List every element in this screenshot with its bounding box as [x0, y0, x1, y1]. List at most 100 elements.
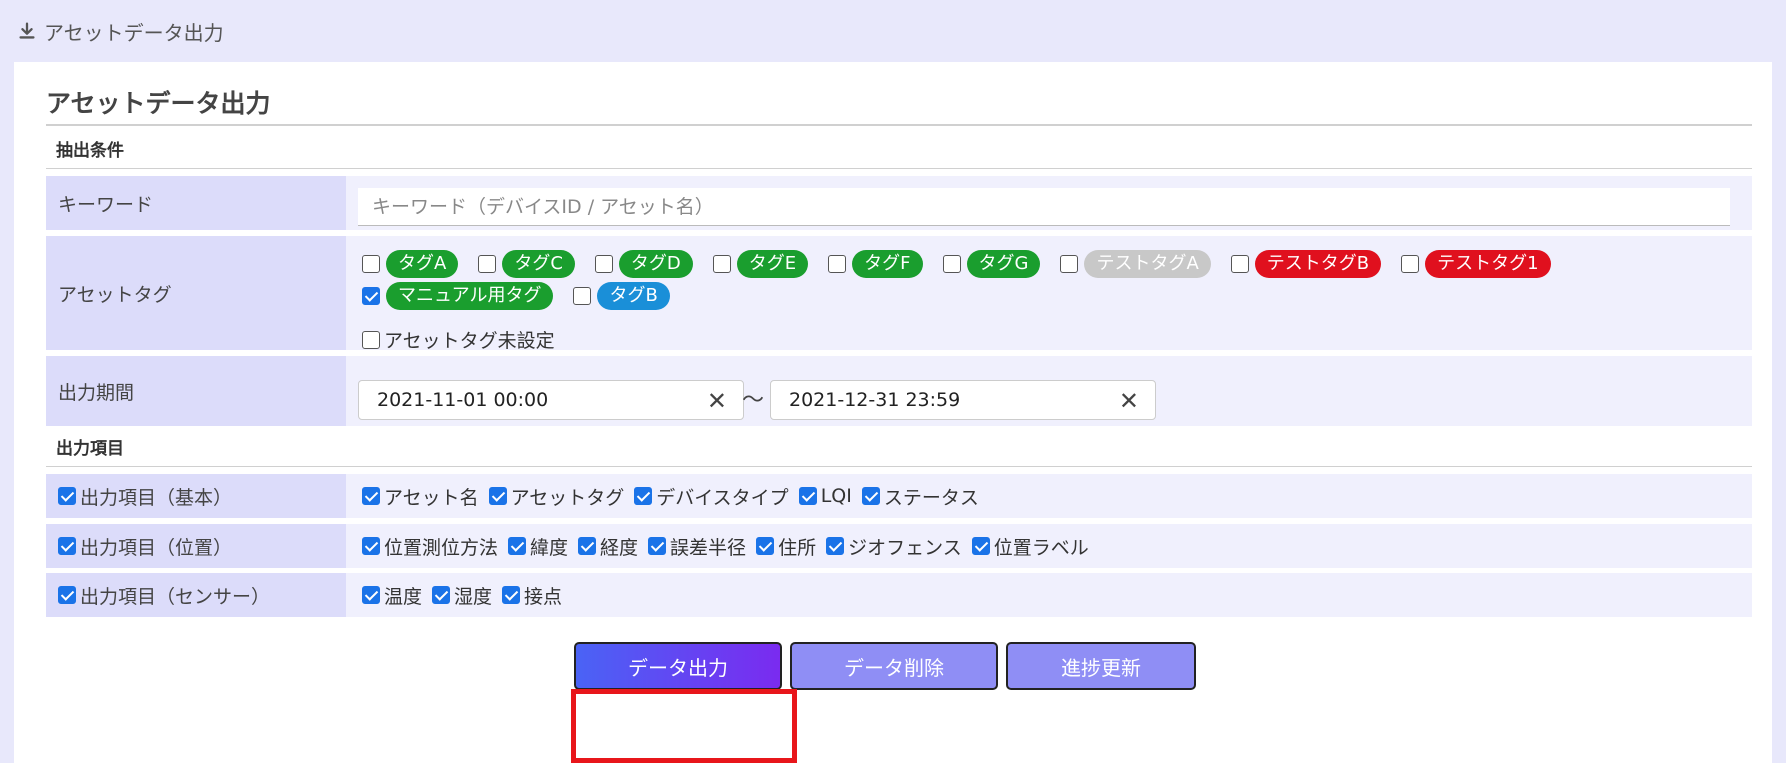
field-checkbox[interactable] [502, 586, 521, 604]
tag-checkbox[interactable] [362, 287, 380, 305]
field-label: 湿度 [454, 585, 493, 608]
field-option[interactable]: 位置測位方法 [362, 533, 498, 560]
output-group-label[interactable]: 出力項目（位置） [46, 524, 346, 568]
field-checkbox[interactable] [362, 586, 380, 604]
field-option[interactable]: 経度 [578, 533, 638, 560]
field-checkbox[interactable] [488, 487, 507, 505]
output-group-label-text: 出力項目（センサー） [80, 585, 271, 608]
field-option[interactable]: 位置ラベル [971, 533, 1089, 560]
output-group-label[interactable]: 出力項目（センサー） [46, 573, 346, 617]
tag-option[interactable]: テストタグA [1060, 250, 1211, 278]
divider [46, 124, 1752, 126]
field-list: アセット名 アセットタグ デバイスタイプ LQI ステータス [362, 474, 989, 518]
field-option[interactable]: デバイスタイプ [634, 483, 789, 510]
tag-checkbox[interactable] [942, 255, 961, 273]
tag-pill: タグA [386, 250, 459, 278]
field-option[interactable]: 住所 [756, 533, 816, 560]
field-label: ステータス [883, 486, 979, 509]
field-option[interactable]: アセットタグ [488, 483, 624, 510]
field-label: デバイスタイプ [656, 486, 789, 509]
tag-checkbox[interactable] [478, 255, 497, 273]
breadcrumb-label: アセットデータ出力 [44, 20, 224, 45]
field-checkbox[interactable] [634, 487, 653, 505]
tag-pill: マニュアル用タグ [386, 282, 554, 310]
tag-option[interactable]: タグA [362, 250, 459, 278]
tag-pill: テストタグB [1254, 250, 1382, 278]
progress-refresh-button[interactable]: 進捗更新 [1006, 642, 1196, 690]
field-checkbox[interactable] [756, 537, 775, 555]
period-end-input[interactable]: 2021-12-31 23:59 ✕ [770, 380, 1156, 420]
tag-pill: タグF [852, 250, 923, 278]
data-export-button[interactable]: データ出力 [574, 642, 782, 690]
tag-option[interactable]: テストタグ1 [1401, 250, 1551, 278]
tag-checkbox[interactable] [712, 255, 731, 273]
field-label: 誤差半径 [670, 536, 747, 559]
tag-option[interactable]: タグC [478, 250, 575, 278]
keyword-row: キーワード [46, 176, 1752, 230]
tag-option[interactable]: タグD [594, 250, 693, 278]
field-option[interactable]: LQI [798, 485, 852, 507]
untagged-checkbox[interactable] [362, 330, 380, 349]
field-option[interactable]: 緯度 [508, 533, 568, 560]
period-separator: ～ [742, 388, 765, 413]
field-option[interactable]: 湿度 [432, 582, 492, 609]
tag-checkbox[interactable] [594, 255, 613, 273]
field-label: 位置測位方法 [384, 536, 499, 559]
field-option[interactable]: ステータス [861, 483, 979, 510]
period-end-value: 2021-12-31 23:59 [789, 389, 961, 411]
tag-line: マニュアル用タグ タグB [362, 282, 690, 310]
field-label: 住所 [778, 536, 817, 559]
tag-option[interactable]: タグB [573, 282, 670, 310]
field-checkbox[interactable] [578, 537, 597, 555]
field-list: 位置測位方法 緯度 経度 誤差半径 住所 ジオフェンス 位置ラベル [362, 524, 1099, 568]
field-label: 緯度 [530, 536, 569, 559]
section-output-title: 出力項目 [56, 439, 124, 459]
field-option[interactable]: アセット名 [362, 483, 479, 510]
asset-tag-label: アセットタグ [46, 236, 346, 350]
field-option[interactable]: ジオフェンス [826, 533, 962, 560]
breadcrumb: アセットデータ出力 [0, 0, 1786, 62]
tag-checkbox[interactable] [573, 287, 592, 305]
tag-checkbox[interactable] [362, 255, 380, 273]
output-group-label[interactable]: 出力項目（基本） [46, 474, 346, 518]
page-title: アセットデータ出力 [46, 89, 271, 118]
field-checkbox[interactable] [362, 537, 380, 555]
period-start-input[interactable]: 2021-11-01 00:00 ✕ [358, 380, 744, 420]
tag-checkbox[interactable] [828, 255, 847, 273]
field-checkbox[interactable] [861, 487, 880, 505]
field-checkbox[interactable] [798, 487, 817, 505]
keyword-input[interactable] [358, 188, 1730, 226]
output-group-checkbox[interactable] [58, 487, 76, 505]
field-label: 経度 [600, 536, 639, 559]
tag-option[interactable]: タグF [828, 250, 923, 278]
tag-option[interactable]: マニュアル用タグ [362, 282, 554, 310]
field-option[interactable]: 接点 [502, 582, 562, 609]
field-checkbox[interactable] [971, 537, 990, 555]
untagged-option[interactable]: アセットタグ未設定 [362, 326, 555, 353]
clear-end-icon[interactable]: ✕ [1119, 387, 1139, 415]
output-group-row: 出力項目（基本） アセット名 アセットタグ デバイスタイプ LQI ステータス [46, 474, 1752, 518]
field-option[interactable]: 誤差半径 [648, 533, 746, 560]
tag-option[interactable]: タグG [942, 250, 1041, 278]
output-group-checkbox[interactable] [58, 537, 76, 555]
tag-checkbox[interactable] [1230, 255, 1249, 273]
field-checkbox[interactable] [508, 537, 527, 555]
tag-checkbox[interactable] [1060, 255, 1079, 273]
tag-option[interactable]: タグE [712, 250, 809, 278]
asset-tag-row: アセットタグ タグA タグC タグD タグE タグF タグG テストタグA テストタグB テスト… [46, 236, 1752, 353]
field-label: アセット名 [384, 486, 479, 509]
tag-option[interactable]: テストタグB [1230, 250, 1382, 278]
field-checkbox[interactable] [362, 487, 380, 505]
clear-start-icon[interactable]: ✕ [707, 387, 727, 415]
divider [46, 168, 1752, 169]
field-checkbox[interactable] [826, 537, 845, 555]
tag-line: タグA タグC タグD タグE タグF タグG テストタグA テストタグB テストタグ1 [362, 250, 1571, 278]
tag-checkbox[interactable] [1401, 255, 1420, 273]
field-option[interactable]: 温度 [362, 582, 422, 609]
field-label: ジオフェンス [848, 536, 962, 559]
data-delete-button[interactable]: データ削除 [790, 642, 998, 690]
output-group-label-text: 出力項目（基本） [80, 486, 233, 509]
field-checkbox[interactable] [432, 586, 451, 604]
field-checkbox[interactable] [648, 537, 667, 555]
output-group-checkbox[interactable] [58, 586, 76, 604]
